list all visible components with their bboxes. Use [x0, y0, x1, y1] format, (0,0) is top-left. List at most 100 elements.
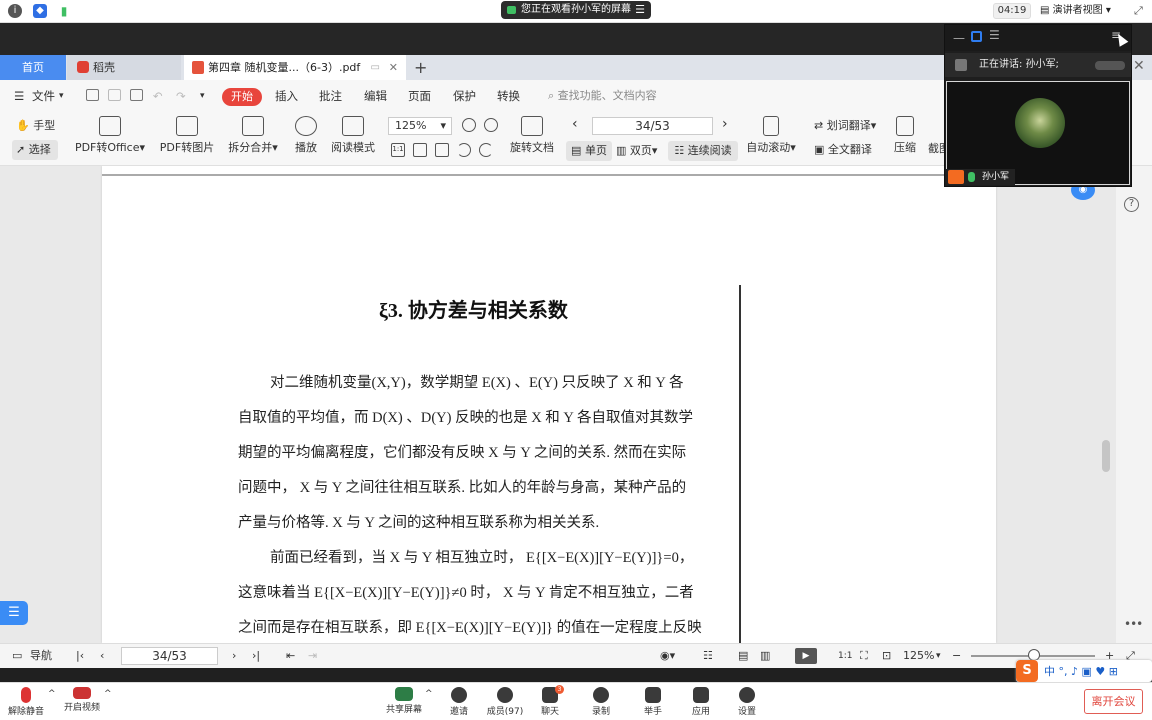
tab-daoke[interactable]: 稻壳 — [67, 55, 181, 80]
minimize-icon[interactable]: — — [953, 31, 965, 45]
continuous-read-button[interactable]: ☷ 连续阅读 — [668, 141, 738, 161]
print-icon[interactable] — [130, 89, 143, 101]
menu-comment[interactable]: 批注 — [319, 80, 342, 112]
settings-button[interactable]: 设置 — [722, 685, 772, 717]
next-page-icon[interactable]: › — [722, 116, 728, 132]
record-button[interactable]: 录制 — [576, 685, 626, 717]
auto-scroll-button[interactable]: 自动滚动▾ — [746, 116, 796, 155]
fit-page-icon[interactable] — [413, 143, 427, 157]
menu-file[interactable]: 文件 — [32, 80, 55, 112]
chevron-up-icon[interactable]: ^ — [48, 689, 56, 699]
zoom-select[interactable]: 125% ▾ — [388, 117, 452, 135]
menu-convert[interactable]: 转换 — [497, 80, 520, 112]
help-icon[interactable]: ? — [1124, 197, 1139, 212]
hand-tool[interactable]: ✋ 手型 — [16, 118, 55, 134]
save-icon[interactable] — [108, 89, 121, 101]
rotate-document-button[interactable]: 旋转文档 — [510, 116, 554, 155]
chevron-down-icon[interactable]: ▾ — [200, 80, 205, 112]
menu-protect[interactable]: 保护 — [453, 80, 476, 112]
rotate-right-icon[interactable] — [479, 143, 493, 157]
add-tab-button[interactable]: + — [414, 55, 434, 80]
menu-insert[interactable]: 插入 — [275, 80, 298, 112]
redo-icon[interactable]: ↷ — [176, 80, 186, 112]
scroll-thumb[interactable] — [1102, 440, 1110, 472]
invite-button[interactable]: 邀请 — [434, 685, 484, 717]
outline-float-icon[interactable]: ☰ — [0, 601, 28, 625]
double-page-button[interactable]: ▥ 双页▾ — [616, 143, 657, 159]
vertical-scrollbar[interactable] — [1100, 166, 1112, 643]
rotate-left-icon[interactable] — [457, 143, 471, 157]
fullscreen-icon[interactable]: ⤢ — [1134, 4, 1143, 18]
fit-width-icon[interactable]: ⊡ — [882, 644, 891, 668]
zoom-out-icon[interactable]: − — [952, 644, 961, 668]
prev-page-icon[interactable]: ‹ — [100, 644, 104, 668]
list-icon[interactable]: ☰ — [989, 28, 1000, 42]
menu-start[interactable]: 开始 — [222, 88, 262, 106]
speaker-video-panel[interactable]: — ☰ ≡ 正在讲话: 孙小军; 孙小军 — [944, 24, 1132, 187]
members-button[interactable]: 成员(97) — [480, 685, 530, 717]
close-icon[interactable]: ✕ — [389, 55, 398, 80]
fit-page-icon[interactable]: ⛶ — [860, 644, 868, 668]
eye-protect-icon[interactable]: ◉▾ — [660, 644, 675, 668]
page-number-input[interactable]: 34/53 — [121, 647, 218, 665]
more-icon[interactable]: ••• — [1124, 617, 1143, 631]
document-viewport[interactable]: ξ3. 协方差与相关系数 对二维随机变量(X,Y)，数学期望 E(X) 、E(Y… — [0, 166, 1116, 643]
screen-share-indicator[interactable]: 您正在观看孙小军的屏幕 ☰ — [501, 1, 651, 19]
open-folder-icon[interactable] — [86, 89, 99, 101]
chevron-down-icon[interactable]: ▾ — [936, 644, 941, 668]
actual-size-icon[interactable]: 1:1 — [391, 143, 405, 157]
compress-button[interactable]: 压缩 — [893, 116, 917, 155]
tab-home[interactable]: 首页 — [0, 55, 66, 80]
shield-icon[interactable]: ◆ — [33, 4, 47, 18]
continuous-icon[interactable]: ☷ — [703, 644, 713, 668]
menu-page[interactable]: 页面 — [408, 80, 431, 112]
zoom-in-icon[interactable] — [484, 118, 498, 132]
share-screen-button[interactable]: 共享屏幕 — [379, 685, 429, 715]
full-translate-button[interactable]: ▣ 全文翻译 — [814, 142, 872, 158]
double-page-icon[interactable]: ▥ — [760, 644, 770, 668]
unmute-button[interactable]: 解除静音 — [1, 685, 51, 717]
play-button[interactable]: 播放 — [290, 116, 322, 155]
signal-icon[interactable]: ▮ — [57, 4, 71, 18]
tab-document[interactable]: 第四章 随机变量...（6-3）.pdf ▭ ✕ — [184, 55, 406, 80]
select-tool[interactable]: ➚ 选择 — [12, 140, 58, 160]
nav-label[interactable]: 导航 — [30, 644, 52, 668]
search-box[interactable]: ⌕ 查找功能、文档内容 — [548, 80, 657, 112]
forward-icon[interactable]: ⇥ — [308, 644, 317, 668]
next-page-icon[interactable]: › — [232, 644, 236, 668]
pdf-to-office-button[interactable]: PDF转Office▾ — [74, 116, 146, 155]
close-icon[interactable]: ✕ — [1133, 58, 1145, 74]
split-merge-button[interactable]: 拆分合并▾ — [226, 116, 280, 155]
hamburger-icon[interactable]: ☰ — [14, 80, 24, 112]
chevron-down-icon[interactable]: ▾ — [59, 80, 64, 112]
layout-icon[interactable] — [971, 31, 982, 42]
leave-meeting-button[interactable]: 离开会议 — [1084, 689, 1143, 714]
menu-icon[interactable]: ☰ — [635, 1, 645, 19]
chevron-up-icon[interactable]: ^ — [104, 689, 112, 699]
undo-icon[interactable]: ↶ — [153, 80, 163, 112]
page-number-input[interactable]: 34/53 — [592, 117, 713, 135]
ime-items[interactable]: 中 °, ♪ ▣ ♥ ⊞ — [1044, 663, 1118, 679]
single-page-button[interactable]: ▤ 单页 — [566, 141, 612, 161]
last-page-icon[interactable]: ›| — [252, 644, 260, 668]
pdf-to-image-button[interactable]: PDF转图片 — [158, 116, 216, 155]
nav-panel-icon[interactable]: ▭ — [12, 644, 22, 668]
input-method-toolbar[interactable]: S 中 °, ♪ ▣ ♥ ⊞ — [1016, 660, 1152, 682]
chat-button[interactable]: 聊天 — [525, 685, 575, 717]
start-video-button[interactable]: 开启视频 — [57, 685, 107, 713]
window-icon[interactable]: ▭ — [371, 55, 380, 80]
raise-hand-button[interactable]: 举手 — [628, 685, 678, 717]
single-page-icon[interactable]: ▤ — [738, 644, 748, 668]
menu-edit[interactable]: 编辑 — [364, 80, 387, 112]
apps-button[interactable]: 应用 — [676, 685, 726, 717]
read-mode-button[interactable]: 阅读模式 — [330, 116, 376, 155]
first-page-icon[interactable]: |‹ — [76, 644, 84, 668]
zoom-value[interactable]: 125% — [903, 644, 934, 668]
presenter-view-button[interactable]: ▤ 演讲者视图 ▾ — [1040, 3, 1126, 19]
chevron-up-icon[interactable]: ^ — [425, 689, 433, 699]
back-icon[interactable]: ⇤ — [286, 644, 295, 668]
actual-size-icon[interactable]: 1:1 — [838, 644, 852, 668]
play-icon[interactable]: ▶ — [795, 648, 817, 664]
word-translate-button[interactable]: ⇄ 划词翻译▾ — [814, 118, 876, 134]
fit-width-icon[interactable] — [435, 143, 449, 157]
